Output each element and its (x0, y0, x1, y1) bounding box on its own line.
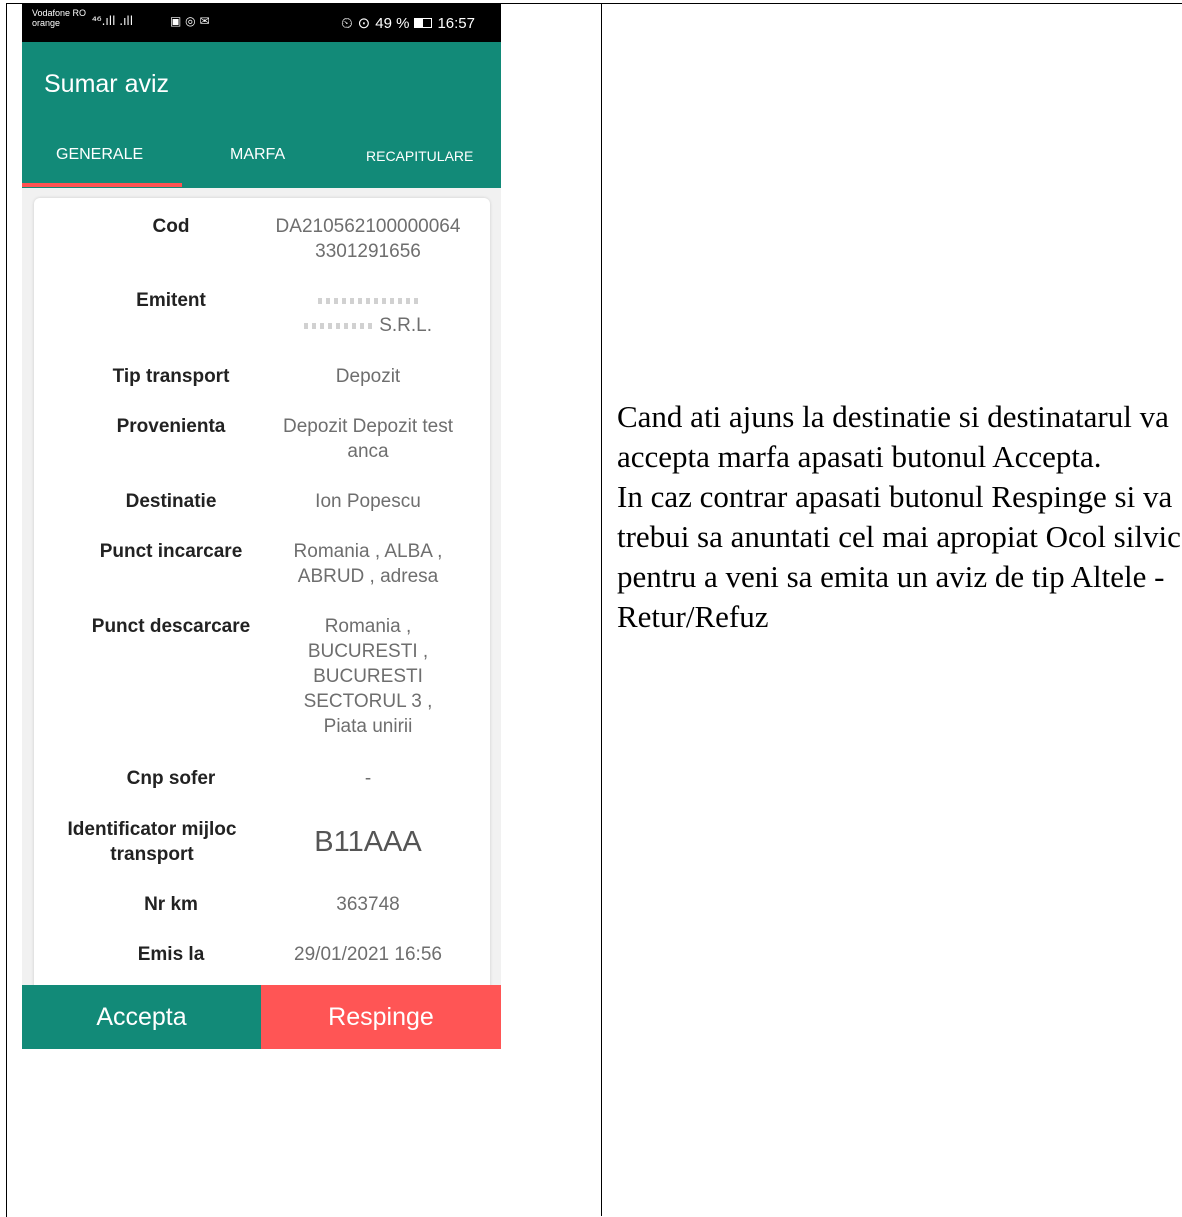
value-nr-km: 363748 (336, 894, 400, 915)
instructions-paragraph-2: In caz contrar apasati butonul Respinge … (617, 479, 1181, 634)
battery-percent: 49 % (375, 14, 410, 32)
status-right: ⏲ ⊙ 49 % 16:57 (340, 14, 475, 33)
signal-icon: ⁴⁶.ıll .ıll (92, 14, 134, 28)
redacted-company: S.R.L. (268, 313, 468, 338)
label-provenienta: Provenienta (116, 416, 226, 437)
clock: 16:57 (437, 14, 475, 32)
value-emis-la: 29/01/2021 16:56 (294, 944, 442, 965)
label-emis-la: Emis la (137, 944, 205, 965)
instructions-text: Cand ati ajuns la destinatie si destinat… (617, 397, 1182, 637)
value-punct-incarcare: Romania , ALBA , ABRUD , adresa (293, 541, 443, 587)
value-tip-transport: Depozit (335, 366, 401, 387)
label-identificator: Identificator mijloc transport (67, 819, 237, 865)
battery-fill (415, 19, 424, 27)
value-punct-descarcare: Romania , BUCURESTI , BUCURESTI SECTORUL… (303, 616, 433, 737)
battery-icon (414, 18, 433, 28)
label-cod: Cod (152, 216, 190, 237)
status-bar: Vodafone RO orange ⁴⁶.ıll .ıll ▣ ◎ ✉ ⏲ ⊙… (22, 4, 501, 42)
label-tip-transport: Tip transport (112, 366, 230, 387)
tab-indicator (22, 183, 182, 187)
redacted-text (268, 288, 468, 313)
value-cod: DA210562100000064 3301291656 (275, 216, 461, 262)
label-punct-incarcare: Punct incarcare (99, 541, 243, 562)
table-divider (601, 3, 602, 1216)
alarm-icon: ⏲ (340, 14, 353, 32)
value-destinatie: Ion Popescu (315, 491, 421, 512)
label-emitent: Emitent (136, 290, 206, 311)
label-nr-km: Nr km (144, 894, 198, 915)
page-title: Sumar aviz (44, 70, 170, 98)
reject-button[interactable]: Respinge (261, 985, 501, 1049)
tab-generale[interactable]: GENERALE (56, 146, 143, 164)
label-punct-descarcare: Punct descarcare (91, 616, 251, 637)
carrier-info: Vodafone RO orange (32, 8, 87, 28)
accept-button[interactable]: Accepta (22, 985, 261, 1049)
value-provenienta: Depozit Depozit test anca (282, 416, 454, 462)
app-bar: Sumar aviz GENERALE MARFA RECAPITULARE (22, 42, 501, 188)
phone-screenshot: Vodafone RO orange ⁴⁶.ıll .ıll ▣ ◎ ✉ ⏲ ⊙… (22, 4, 501, 1049)
details-card: Cod DA210562100000064 3301291656 Emitent… (34, 198, 490, 1049)
value-cnp-sofer: - (364, 768, 372, 789)
tab-recapitulare[interactable]: RECAPITULARE (366, 148, 473, 164)
label-destinatie: Destinatie (125, 491, 217, 512)
instructions-paragraph-1: Cand ati ajuns la destinatie si destinat… (617, 399, 1169, 474)
value-identificator: B11AAA (314, 826, 422, 858)
tab-marfa[interactable]: MARFA (230, 146, 285, 164)
notification-icons: ▣ ◎ ✉ (170, 14, 210, 28)
value-emitent: S.R.L. (268, 288, 468, 338)
label-cnp-sofer: Cnp sofer (126, 768, 216, 789)
location-icon: ⊙ (357, 15, 371, 32)
